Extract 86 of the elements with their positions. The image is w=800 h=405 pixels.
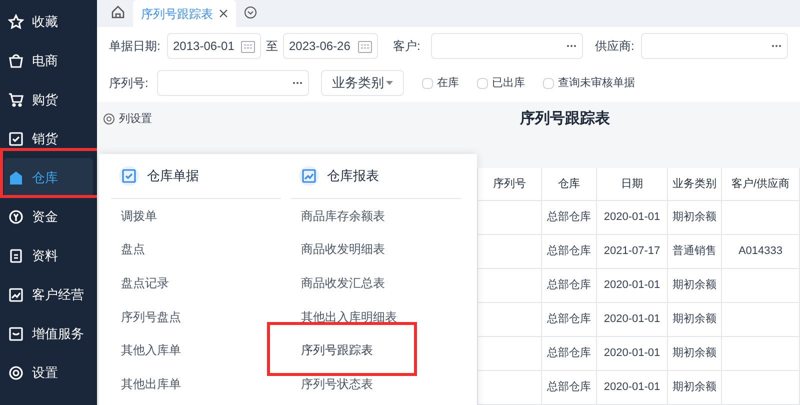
sidebar-item[interactable]: 购货 bbox=[4, 80, 93, 119]
column-header: 客户/供应商 bbox=[722, 168, 800, 200]
table-cell: 2020-01-01 bbox=[597, 201, 668, 234]
menu-section-title: 仓库报表 bbox=[327, 167, 379, 186]
date-value: 2013-06-01 bbox=[173, 38, 234, 55]
calendar-icon[interactable] bbox=[358, 40, 372, 52]
menu-item[interactable]: 盘点记录 bbox=[121, 274, 169, 292]
table-cell: 期初余额 bbox=[668, 303, 722, 336]
menu-item[interactable]: 商品收发汇总表 bbox=[301, 274, 385, 292]
screen-icon bbox=[8, 326, 24, 342]
menu-item[interactable]: 序列号盘点 bbox=[121, 308, 181, 326]
checkbox[interactable] bbox=[422, 78, 433, 88]
sidebar-item[interactable]: 收藏 bbox=[4, 2, 93, 41]
checkbox-label: 在库 bbox=[437, 76, 459, 91]
date-value: 2023-06-26 bbox=[289, 38, 350, 55]
sidebar-item[interactable]: 资料 bbox=[4, 236, 93, 275]
table-cell: 期初余额 bbox=[668, 337, 722, 370]
menu-item[interactable]: 其他出入库明细表 bbox=[301, 308, 397, 326]
column-settings-link[interactable]: 列设置 bbox=[119, 110, 152, 128]
table-cell: 总部仓库 bbox=[542, 303, 597, 336]
menu-item[interactable]: 序列号跟踪表 bbox=[301, 341, 373, 360]
column-header: 序列号 bbox=[478, 168, 542, 200]
chart-icon bbox=[8, 286, 24, 302]
serial-field[interactable] bbox=[157, 70, 309, 96]
caret-icon bbox=[386, 81, 393, 85]
table-cell: A014333 bbox=[722, 235, 800, 268]
table-cell: 期初余额 bbox=[668, 269, 722, 302]
table-cell: 2020-01-01 bbox=[597, 337, 668, 370]
sidebar-item[interactable]: 设置 bbox=[4, 353, 93, 392]
field-label: 序列号: bbox=[109, 75, 150, 92]
cart-icon bbox=[8, 92, 24, 108]
menu-section-title: 仓库单据 bbox=[147, 167, 199, 186]
table-cell: 期初余额 bbox=[668, 201, 722, 234]
table-cell: 2020-01-01 bbox=[597, 371, 668, 404]
sidebar-item[interactable]: 增值服务 bbox=[4, 314, 93, 353]
table-cell: 普通销售 bbox=[668, 235, 722, 268]
sidebar-item[interactable]: 客户经营 bbox=[4, 275, 93, 314]
basket-icon bbox=[8, 52, 24, 68]
table-cell: 2020-01-01 bbox=[597, 303, 668, 336]
coin-icon bbox=[8, 208, 24, 224]
star-icon bbox=[8, 14, 24, 30]
date-field[interactable]: 2013-06-01 bbox=[167, 33, 261, 59]
report-title: 序列号跟踪表 bbox=[520, 108, 610, 129]
menu-item[interactable]: 盘点 bbox=[121, 240, 145, 258]
field-label: 单据日期: bbox=[109, 38, 162, 55]
house-icon bbox=[8, 170, 24, 186]
sidebar-item[interactable]: 电商 bbox=[4, 41, 93, 80]
sidebar-item[interactable]: 销货 bbox=[4, 119, 93, 158]
date-field[interactable]: 2023-06-26 bbox=[283, 33, 378, 59]
table-cell: 总部仓库 bbox=[542, 235, 597, 268]
close-icon[interactable] bbox=[219, 9, 228, 18]
sidebar-item[interactable]: 仓库 bbox=[4, 158, 93, 197]
home-icon[interactable] bbox=[111, 5, 125, 19]
table-cell: 2020-01-01 bbox=[597, 269, 668, 302]
menu-item[interactable]: 商品库存余额表 bbox=[301, 206, 385, 225]
chevron-down-icon[interactable] bbox=[244, 6, 257, 19]
table-cell: 总部仓库 bbox=[542, 371, 597, 404]
sidebar-item[interactable]: 资金 bbox=[4, 197, 93, 236]
calendar-icon[interactable] bbox=[241, 40, 255, 52]
table-cell: 总部仓库 bbox=[542, 269, 597, 302]
field-label: 客户: bbox=[393, 38, 422, 55]
table-cell: 总部仓库 bbox=[542, 337, 597, 370]
customer-field[interactable] bbox=[431, 33, 583, 59]
table-cell: 总部仓库 bbox=[542, 201, 597, 234]
checkbox-label: 查询未审核单据 bbox=[558, 76, 635, 91]
table-cell: 期初余额 bbox=[668, 371, 722, 404]
file-icon bbox=[8, 248, 24, 264]
settings-icon[interactable] bbox=[103, 113, 115, 125]
supplier-field[interactable] bbox=[641, 33, 788, 59]
settings-icon bbox=[8, 364, 24, 380]
checkbox[interactable] bbox=[543, 78, 554, 88]
column-header: 仓库 bbox=[542, 168, 597, 200]
menu-item[interactable]: 其他出库单 bbox=[121, 374, 181, 393]
field-label: 供应商: bbox=[595, 38, 636, 55]
menu-item[interactable]: 商品收发明细表 bbox=[301, 240, 385, 258]
menu-item[interactable]: 调拨单 bbox=[121, 206, 157, 225]
column-header: 业务类别 bbox=[668, 168, 722, 200]
table-cell: 2021-07-17 bbox=[597, 235, 668, 268]
business-type-select[interactable]: 业务类别 bbox=[321, 70, 404, 96]
range-separator: 至 bbox=[266, 38, 278, 55]
menu-item[interactable]: 序列号状态表 bbox=[301, 374, 373, 393]
checkbox-label: 已出库 bbox=[492, 76, 525, 91]
menu-item[interactable]: 其他入库单 bbox=[121, 341, 181, 360]
column-header: 日期 bbox=[597, 168, 668, 200]
document-icon bbox=[8, 130, 24, 146]
checkbox[interactable] bbox=[477, 78, 488, 88]
